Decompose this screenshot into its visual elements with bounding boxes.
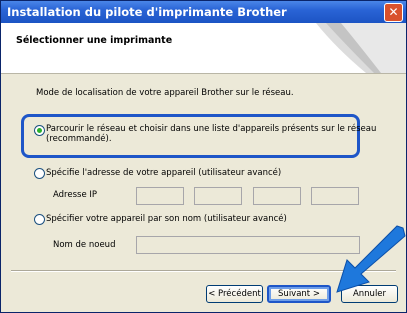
pointer-arrow-icon [336, 225, 406, 293]
next-button[interactable]: Suivant > [267, 285, 331, 303]
installer-window: Installation du pilote d'imprimante Brot… [0, 0, 407, 313]
page-title: Sélectionner une imprimante [16, 35, 173, 46]
ip-octet-2[interactable] [194, 187, 242, 205]
option-browse-line1: Parcourir le réseau et choisir dans une … [46, 124, 377, 134]
ip-address-label: Adresse IP [53, 190, 98, 200]
ip-octet-3[interactable] [253, 187, 301, 205]
printer-paper-art [316, 23, 406, 73]
option-specify-address-label[interactable]: Spécifie l'adresse de votre appareil (ut… [46, 168, 281, 178]
back-button[interactable]: < Précédent [206, 285, 263, 303]
close-icon: ✕ [388, 5, 399, 19]
close-button[interactable]: ✕ [384, 3, 403, 22]
window-title: Installation du pilote d'imprimante Brot… [7, 5, 287, 19]
description-text: Mode de localisation de votre appareil B… [36, 88, 294, 98]
radio-specify-address[interactable] [34, 168, 45, 179]
radio-specify-name[interactable] [34, 214, 45, 225]
ip-octet-4[interactable] [311, 187, 359, 205]
option-browse-line2: (recommandé). [46, 134, 112, 144]
radio-browse-network[interactable] [34, 125, 45, 136]
title-bar: Installation du pilote d'imprimante Brot… [1, 1, 406, 23]
option-specify-name-label[interactable]: Spécifier votre appareil par son nom (ut… [46, 214, 287, 224]
wizard-header: Sélectionner une imprimante [1, 23, 406, 74]
ip-octet-1[interactable] [136, 187, 184, 205]
node-name-field[interactable] [136, 236, 360, 254]
node-name-label: Nom de noeud [53, 240, 116, 250]
option-browse-network-label[interactable]: Parcourir le réseau et choisir dans une … [46, 124, 376, 144]
